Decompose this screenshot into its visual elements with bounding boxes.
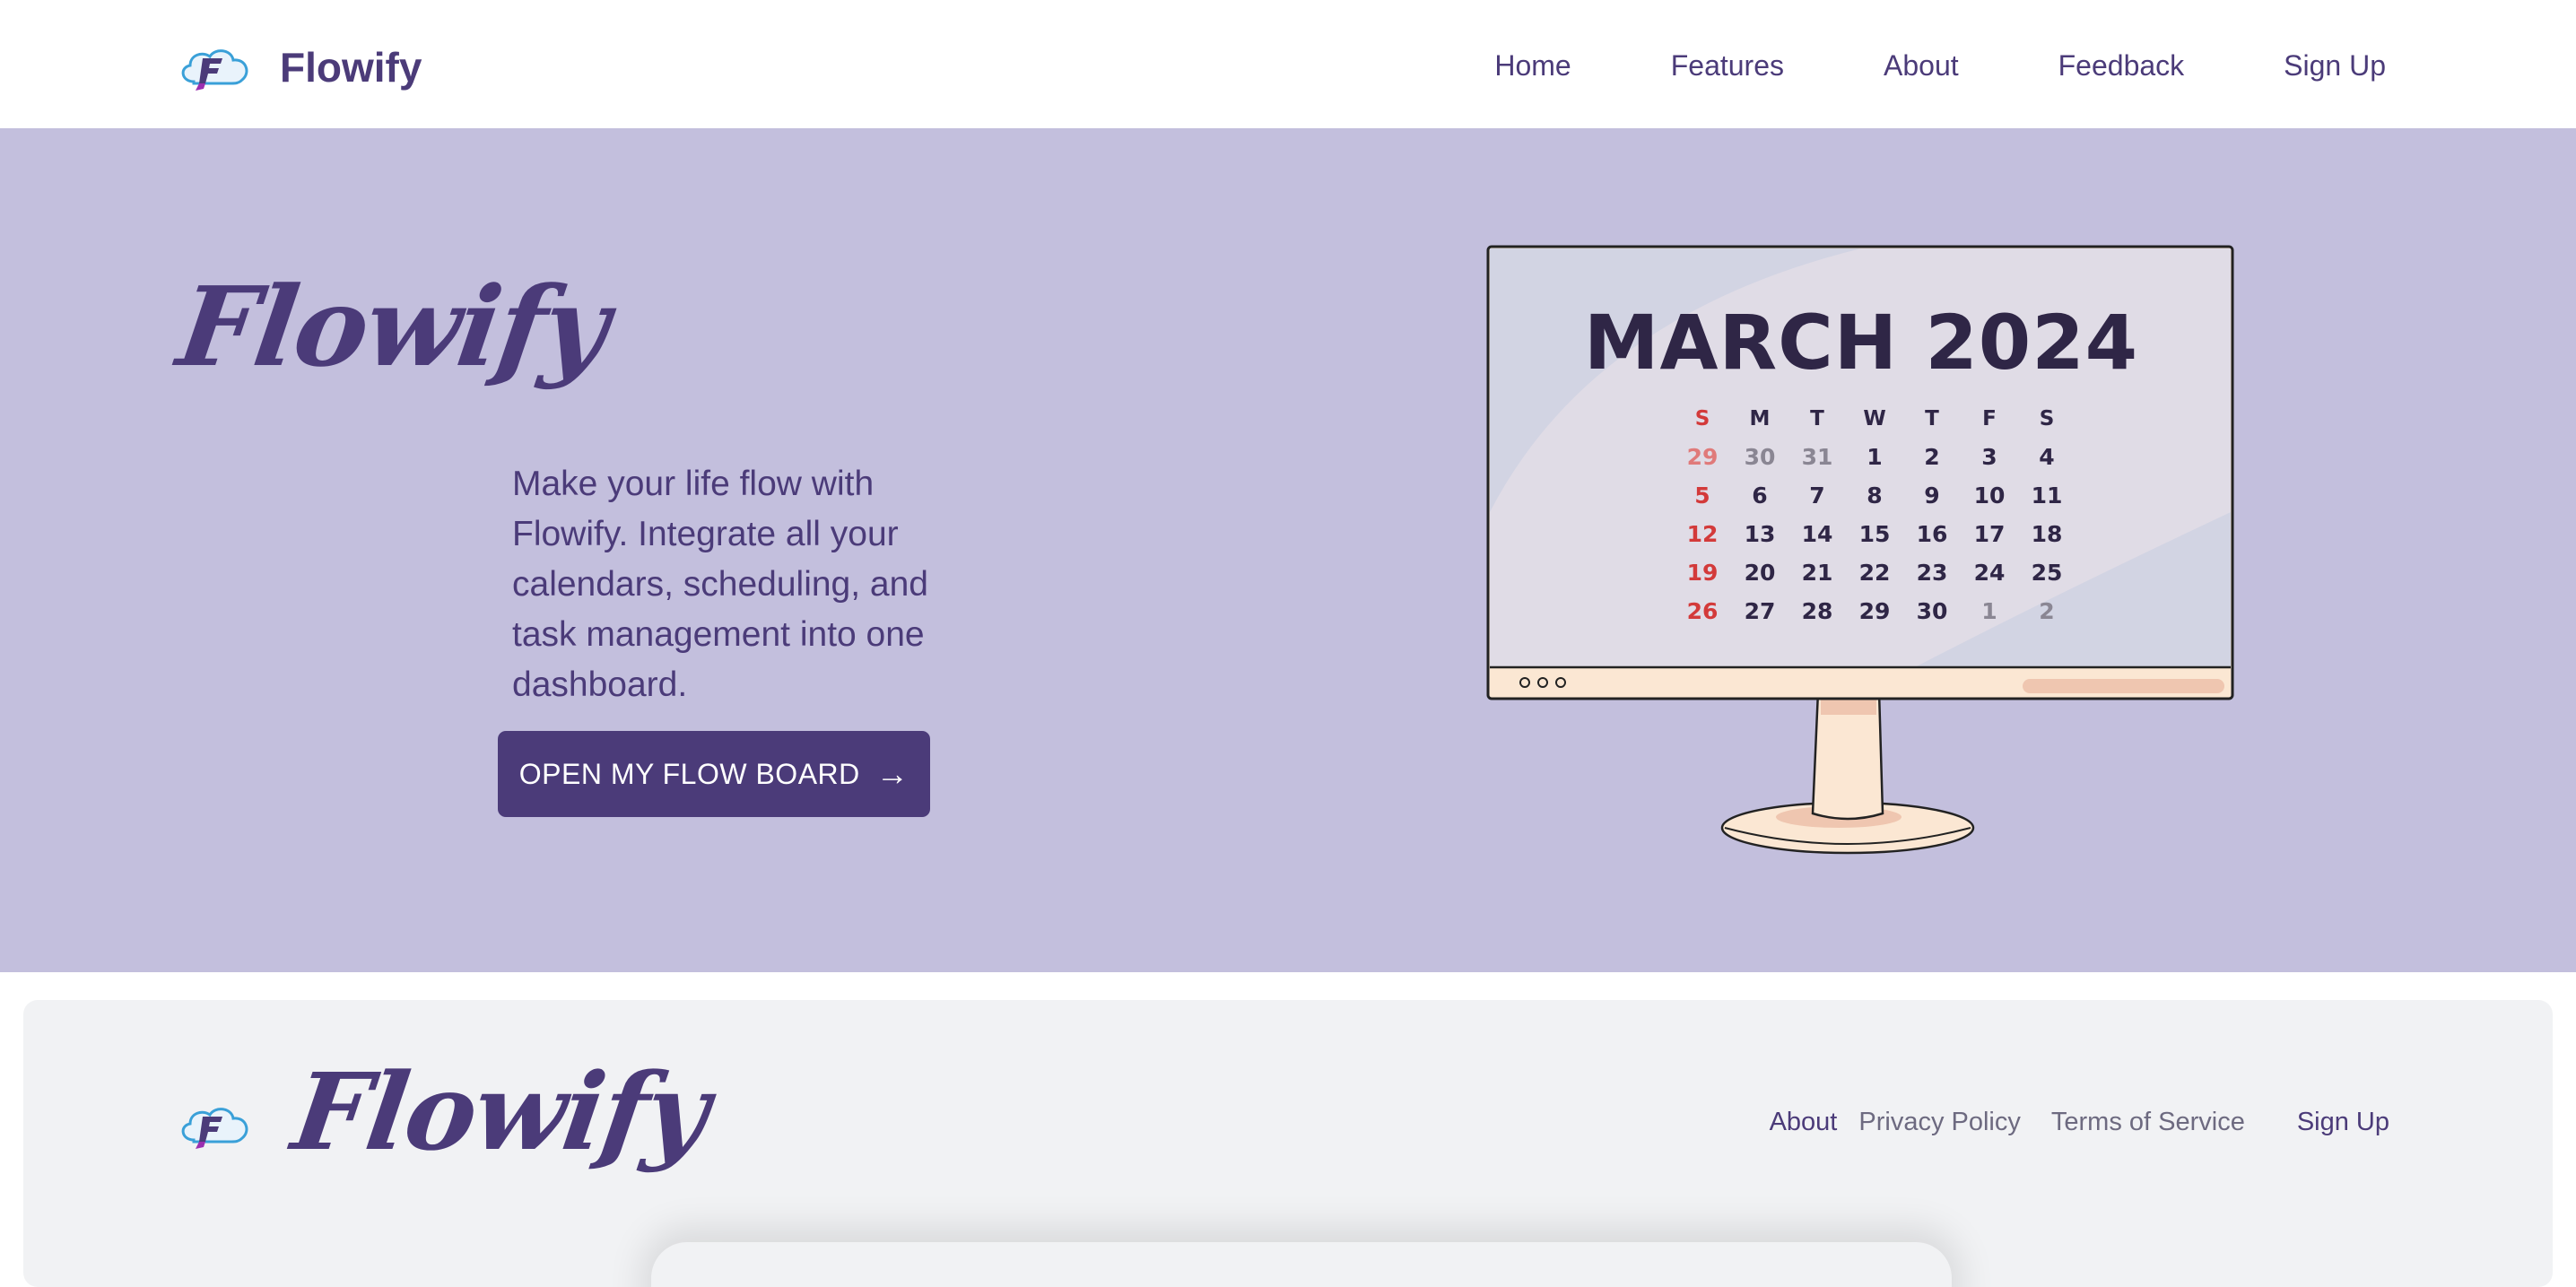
arrow-right-icon: →: [875, 755, 909, 792]
calendar-weekday: T: [1925, 406, 1939, 430]
footer-link-about[interactable]: About: [1770, 1108, 1838, 1137]
calendar-weekday: W: [1863, 406, 1886, 430]
brand[interactable]: Flowify: [176, 36, 422, 99]
calendar-day: 3: [1981, 444, 1997, 470]
calendar-week-row: 19 20 21 22 23 24 25: [1674, 553, 2077, 592]
hero-tagline: Make your life flow with Flowify. Integr…: [512, 465, 928, 704]
footer-link-sign-up[interactable]: Sign Up: [2297, 1108, 2389, 1137]
calendar-day: 13: [1744, 521, 1776, 547]
calendar-day: 25: [2031, 560, 2063, 586]
calendar-day: 7: [1809, 483, 1825, 509]
calendar-title: MARCH 2024: [1583, 299, 2139, 387]
site-footer: Flowify About Privacy Policy Terms of Se…: [23, 1000, 2553, 1287]
nav-feedback[interactable]: Feedback: [2058, 39, 2185, 91]
calendar-day: 11: [2031, 483, 2063, 509]
nav-sign-up[interactable]: Sign Up: [2284, 39, 2386, 91]
calendar-day: 1: [1981, 598, 1997, 624]
calendar-day: 2: [2039, 598, 2055, 624]
calendar-day: 27: [1744, 598, 1776, 624]
hero-section: Flowify Make your life flow with Flowify…: [0, 128, 2576, 972]
nav-features[interactable]: Features: [1671, 39, 1784, 91]
calendar-day: 4: [2039, 444, 2055, 470]
calendar-weekday: S: [1694, 406, 1710, 430]
calendar-day: 20: [1744, 560, 1776, 586]
footer-brand-title: Flowify: [285, 1049, 716, 1174]
calendar-day: 24: [1973, 560, 2006, 586]
calendar-day: 30: [1744, 444, 1776, 470]
footer-links: About Privacy Policy Terms of Service Si…: [1770, 1100, 2389, 1144]
cloud-logo-icon: [181, 1108, 248, 1149]
footer-link-privacy-policy[interactable]: Privacy Policy: [1858, 1108, 2021, 1137]
calendar-day: 29: [1858, 598, 1891, 624]
calendar-day: 5: [1694, 483, 1710, 509]
calendar-week-row: 26 27 28 29 30 1 2: [1674, 592, 2077, 630]
calendar-day: 1: [1867, 444, 1883, 470]
calendar-day: 8: [1867, 483, 1883, 509]
calendar-week-row: 29 30 31 1 2 3 4: [1674, 438, 2077, 476]
site-header: Flowify Home Features About Feedback Sig…: [0, 0, 2576, 128]
calendar-day: 22: [1858, 560, 1891, 586]
footer-link-terms-of-service[interactable]: Terms of Service: [2051, 1108, 2245, 1137]
calendar-day: 12: [1686, 521, 1719, 547]
calendar-day: 26: [1686, 598, 1719, 624]
calendar-weekday: T: [1810, 406, 1824, 430]
cloud-logo-icon: [181, 49, 248, 91]
calendar-day: 18: [2031, 521, 2063, 547]
calendar-day: 17: [1973, 521, 2006, 547]
calendar-weekday: S: [2039, 406, 2055, 430]
calendar-day: 16: [1916, 521, 1948, 547]
calendar-day: 28: [1801, 598, 1833, 624]
brand-name: Flowify: [280, 44, 422, 91]
nav-about[interactable]: About: [1884, 39, 1959, 91]
calendar-weekday: F: [1982, 406, 1997, 430]
main-nav: Home Features About Feedback Sign Up: [1494, 39, 2386, 91]
hero-title: Flowify: [170, 262, 615, 391]
calendar-weekday-row: SMTWTFS: [1674, 399, 2077, 438]
calendar-week-row: 12 13 14 15 16 17 18: [1674, 515, 2077, 553]
monitor-illustration: MARCH 2024 S M T W T F S 29 30 31 1 2 3 4 5 6 7 8 9 10 11 12 1…: [1484, 243, 2238, 871]
calendar-day: 9: [1924, 483, 1940, 509]
nav-home[interactable]: Home: [1494, 39, 1571, 91]
calendar-day: 23: [1916, 560, 1948, 586]
calendar-day: 21: [1801, 560, 1833, 586]
calendar-day: 29: [1686, 444, 1719, 470]
open-flow-board-button[interactable]: OPEN MY FLOW BOARD →: [498, 731, 930, 817]
calendar-day: 14: [1801, 521, 1833, 547]
calendar-day: 30: [1916, 598, 1948, 624]
calendar-weekday: M: [1749, 406, 1771, 430]
footer-card-edge: [651, 1242, 1952, 1287]
calendar-week-row: 5 6 7 8 9 10 11: [1674, 476, 2077, 515]
cta-label: OPEN MY FLOW BOARD: [518, 757, 860, 790]
calendar-day: 19: [1686, 560, 1719, 586]
calendar-day: 6: [1752, 483, 1768, 509]
calendar-grid: S M T W T F S 29 30 31 1 2 3 4 5 6 7 8 9 10 11 12 13 14 15 16 17 18…: [1674, 399, 2077, 630]
calendar-day: 2: [1924, 444, 1940, 470]
calendar-day: 15: [1858, 521, 1891, 547]
calendar-day: 31: [1801, 444, 1833, 470]
calendar-day: 10: [1973, 483, 2006, 509]
